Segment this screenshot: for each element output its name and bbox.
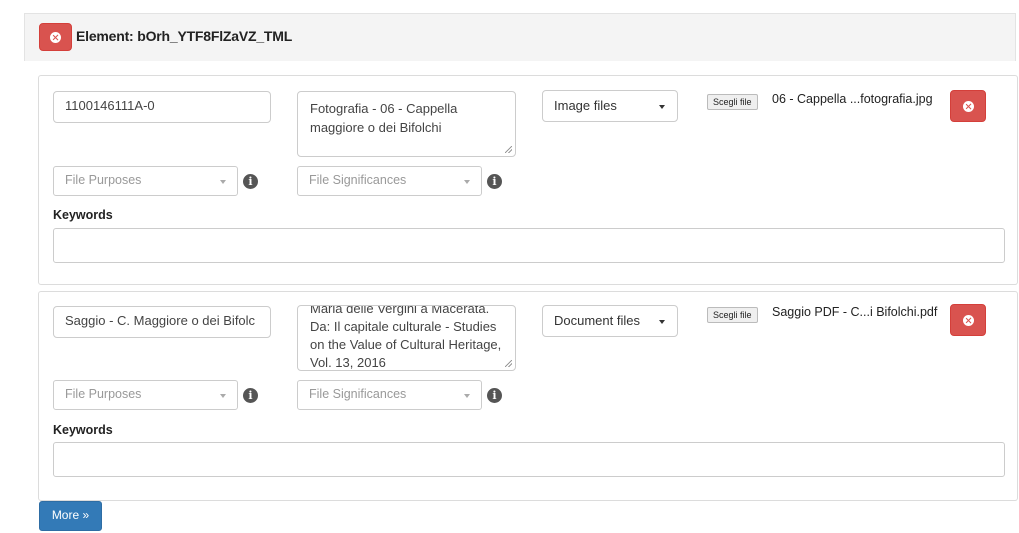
keywords-input[interactable] [53, 228, 1005, 263]
remove-circle-icon [962, 100, 974, 112]
remove-circle-icon [962, 314, 974, 326]
file-significances-select[interactable]: File Significances [297, 380, 482, 410]
file-purposes-select[interactable]: File Purposes [53, 380, 238, 410]
remove-element-button[interactable] [39, 23, 72, 51]
selected-file-name: Saggio PDF - C...i Bifolchi.pdf [772, 305, 938, 319]
file-purposes-select[interactable]: File Purposes [53, 166, 238, 196]
choose-file-button[interactable]: Scegli file [707, 94, 758, 110]
file-description-textarea[interactable]: Fotografia - 06 - Cappella maggiore o de… [297, 91, 516, 157]
element-editor: Element: bOrh_YTF8FlZaVZ_TML 1100146111A… [0, 0, 1019, 533]
remove-file-button[interactable] [950, 304, 986, 336]
file-significances-placeholder: File Significances [309, 173, 407, 187]
info-icon[interactable]: i [487, 388, 502, 403]
selected-file-name: 06 - Cappella ...fotografia.jpg [772, 92, 933, 106]
file-purposes-placeholder: File Purposes [65, 387, 142, 401]
caret-down-icon [464, 180, 470, 184]
choose-file-button[interactable]: Scegli file [707, 307, 758, 323]
file-type-label: Image files [554, 98, 617, 113]
file-description-text: Fotografia - 06 - Cappella maggiore o de… [310, 101, 458, 135]
info-icon[interactable]: i [487, 174, 502, 189]
file-description-textarea[interactable]: Maria delle Vergini a Macerata. Da: Il c… [297, 305, 516, 371]
resize-grip-icon[interactable] [505, 360, 512, 367]
file-identifier-input[interactable]: Saggio - C. Maggiore o dei Bifolc [53, 306, 271, 338]
resize-grip-icon[interactable] [505, 146, 512, 153]
file-description-text: Maria delle Vergini a Macerata. Da: Il c… [310, 305, 502, 370]
element-title: Element: bOrh_YTF8FlZaVZ_TML [76, 28, 293, 44]
remove-file-button[interactable] [950, 90, 986, 122]
info-icon[interactable]: i [243, 174, 258, 189]
file-purposes-placeholder: File Purposes [65, 173, 142, 187]
file-significances-placeholder: File Significances [309, 387, 407, 401]
file-significances-select[interactable]: File Significances [297, 166, 482, 196]
file-type-select[interactable]: Image files [542, 90, 678, 122]
caret-down-icon [464, 394, 470, 398]
more-button[interactable]: More » [39, 501, 102, 531]
remove-circle-icon [50, 31, 61, 43]
caret-down-icon [659, 105, 665, 109]
caret-down-icon [220, 180, 226, 184]
keywords-label: Keywords [53, 423, 113, 437]
file-type-label: Document files [554, 313, 640, 328]
keywords-input[interactable] [53, 442, 1005, 477]
caret-down-icon [659, 320, 665, 324]
info-icon[interactable]: i [243, 388, 258, 403]
file-type-select[interactable]: Document files [542, 305, 678, 337]
keywords-label: Keywords [53, 208, 113, 222]
caret-down-icon [220, 394, 226, 398]
file-identifier-input[interactable]: 1100146111A-0 [53, 91, 271, 123]
